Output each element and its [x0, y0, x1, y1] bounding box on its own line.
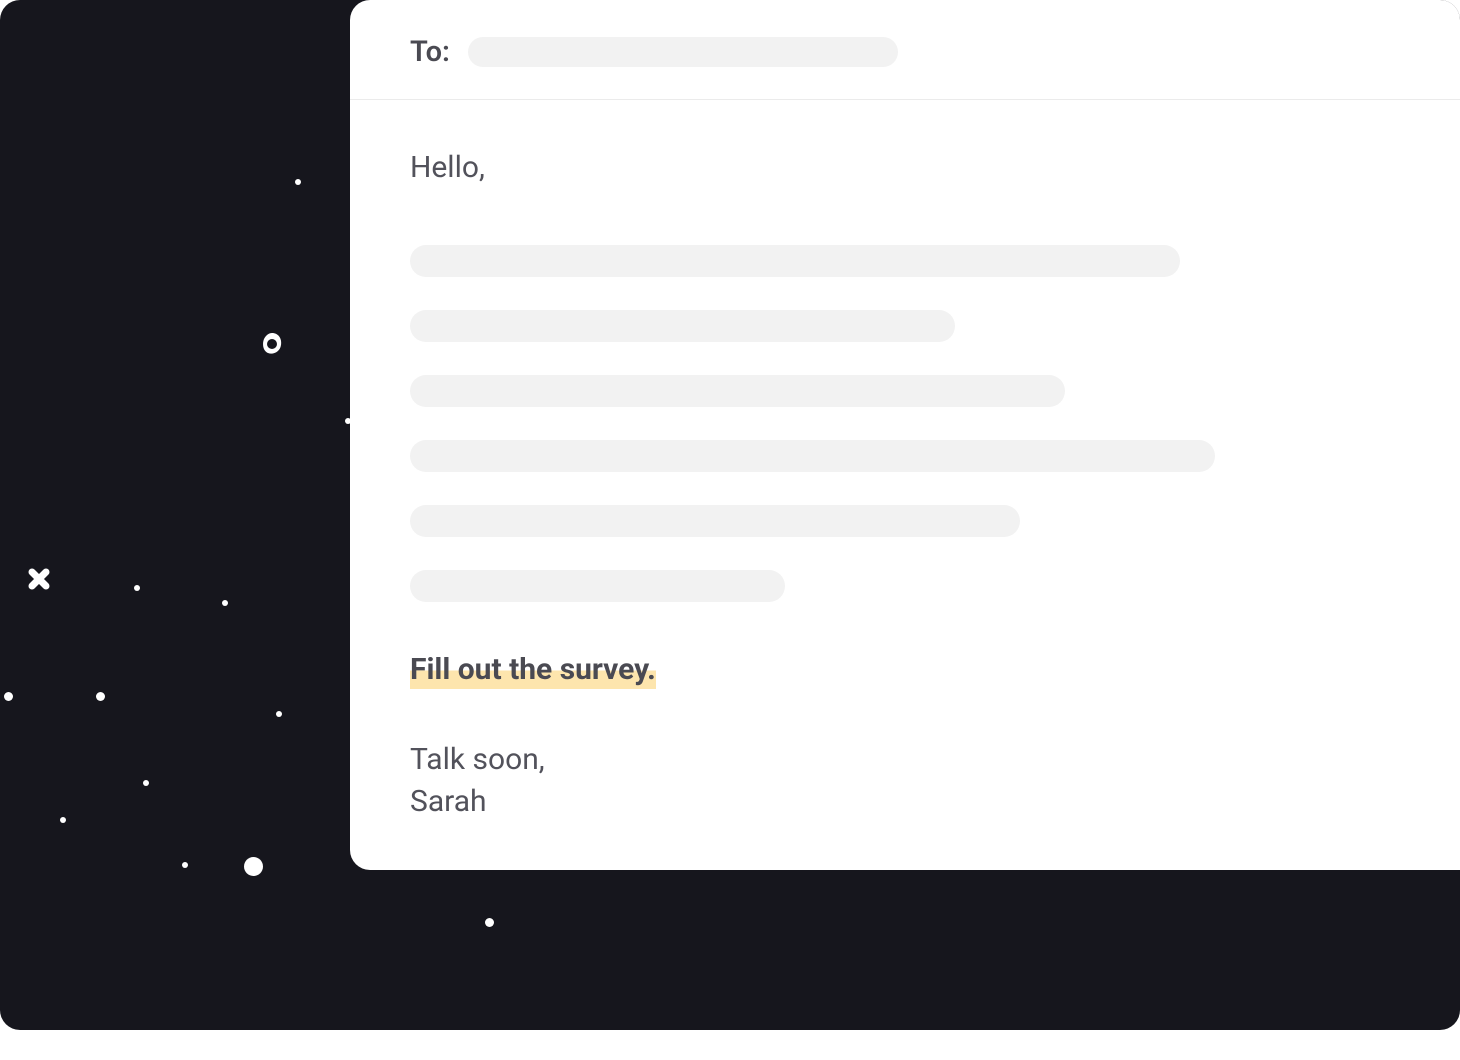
blob-decoration: [258, 330, 286, 358]
body-placeholder-line: [410, 570, 785, 602]
star-decoration: [276, 711, 282, 717]
survey-link[interactable]: Fill out the survey.: [410, 652, 656, 687]
body-placeholder-line: [410, 245, 1180, 277]
body-placeholder-line: [410, 505, 1020, 537]
star-decoration: [143, 780, 149, 786]
survey-link-text: Fill out the survey.: [410, 652, 656, 689]
star-decoration: [244, 857, 263, 876]
body-placeholder-line: [410, 310, 955, 342]
star-decoration: [60, 817, 66, 823]
star-decoration: [222, 600, 228, 606]
to-field-row: To:: [350, 0, 1460, 100]
star-decoration: [295, 179, 301, 185]
star-decoration: [134, 585, 140, 591]
star-decoration: [182, 862, 188, 868]
star-decoration: [96, 692, 105, 701]
body-placeholder-line: [410, 440, 1215, 472]
signoff-block: Talk soon, Sarah: [410, 739, 1400, 823]
x-decoration: [28, 568, 50, 590]
email-compose-card: To: Hello, Fill out the survey. Talk soo…: [350, 0, 1460, 870]
greeting-text: Hello,: [410, 150, 1400, 185]
to-label: To:: [410, 35, 450, 69]
to-input-placeholder[interactable]: [468, 37, 898, 67]
survey-link-block: Fill out the survey.: [410, 652, 1400, 689]
star-decoration: [4, 692, 13, 701]
star-decoration: [485, 918, 494, 927]
closing-text: Talk soon,: [410, 739, 1400, 781]
email-body: Hello, Fill out the survey. Talk soon, S…: [350, 100, 1460, 873]
body-placeholder-line: [410, 375, 1065, 407]
signature-text: Sarah: [410, 781, 1400, 823]
